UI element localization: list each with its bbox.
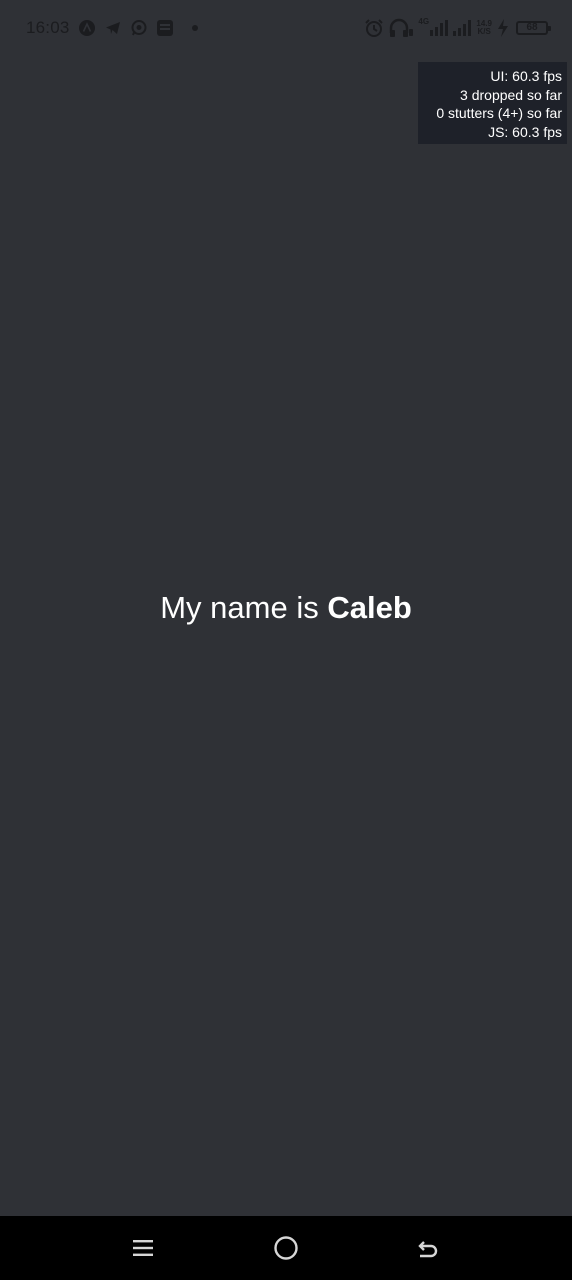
home-icon xyxy=(274,1236,298,1260)
home-button[interactable] xyxy=(246,1216,326,1280)
net-speed: 14.9 K/S xyxy=(476,20,492,36)
signal-4g-icon: 4G xyxy=(418,17,449,38)
net-speed-unit: K/S xyxy=(477,27,491,36)
greeting-prefix: My name is xyxy=(160,590,328,625)
battery-level: 68 xyxy=(526,22,538,33)
status-right: 4G 14.9 K/S 68 xyxy=(364,17,551,38)
app-logo-icon xyxy=(78,19,96,37)
greeting-name: Caleb xyxy=(327,590,412,625)
perf-dropped-frames: 3 dropped so far xyxy=(460,86,562,103)
greeting-text: My name is Caleb xyxy=(0,586,572,630)
charging-icon xyxy=(496,18,510,38)
perf-js-fps: JS: 60.3 fps xyxy=(488,123,562,140)
perf-stutters: 0 stutters (4+) so far xyxy=(436,105,562,121)
back-button[interactable] xyxy=(388,1216,468,1280)
perf-monitor: UI: 60.3 fps 3 dropped so far 0 stutters… xyxy=(418,62,567,144)
nav-bar xyxy=(0,1216,572,1280)
network-type-label: 4G xyxy=(418,17,430,26)
whatsapp-icon xyxy=(130,19,148,37)
app-square-icon xyxy=(156,19,174,37)
status-left: 16:03 xyxy=(26,18,198,38)
status-bar: 16:03 4G 14.9 K/S 68 xyxy=(0,0,572,56)
status-time: 16:03 xyxy=(26,18,70,37)
back-icon xyxy=(418,1241,438,1258)
menu-button[interactable] xyxy=(103,1216,183,1280)
telegram-icon xyxy=(104,19,122,37)
menu-icon xyxy=(133,1240,153,1256)
signal-icon xyxy=(452,18,472,38)
headphones-icon xyxy=(388,18,414,38)
dot-icon xyxy=(191,25,198,31)
battery-icon: 68 xyxy=(516,21,551,35)
perf-ui-fps: UI: 60.3 fps xyxy=(490,68,562,84)
alarm-icon xyxy=(364,18,384,38)
